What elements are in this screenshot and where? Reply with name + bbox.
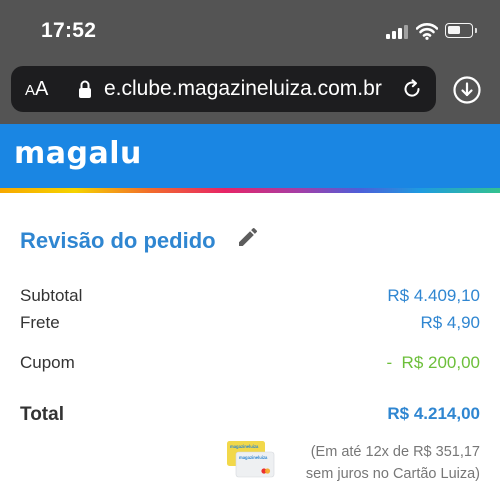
brand-header: magalu bbox=[0, 124, 500, 188]
subtotal-value: R$ 4.409,10 bbox=[387, 286, 480, 305]
battery-level bbox=[448, 26, 460, 34]
signal-icon bbox=[386, 25, 410, 39]
lock-icon bbox=[79, 80, 91, 98]
rainbow-divider bbox=[0, 188, 500, 193]
luiza-card-icon: magazineluiza magazineluiza bbox=[227, 441, 275, 478]
address-bar[interactable]: AA e.clube.magazineluiza.com.br bbox=[11, 66, 436, 112]
coupon-label: Cupom bbox=[20, 353, 75, 372]
downloads-icon[interactable] bbox=[452, 75, 482, 105]
installments-note: (Em até 12x de R$ 351,17 sem juros no Ca… bbox=[275, 441, 480, 485]
svg-text:magazineluiza: magazineluiza bbox=[230, 444, 259, 449]
total-label: Total bbox=[20, 404, 64, 425]
coupon-value: - R$ 200,00 bbox=[386, 353, 480, 372]
status-bar: 17:52 bbox=[0, 0, 500, 62]
magalu-logo[interactable]: magalu bbox=[14, 136, 142, 171]
pencil-edit-icon[interactable] bbox=[236, 225, 260, 249]
reload-icon[interactable] bbox=[400, 77, 424, 101]
wifi-icon bbox=[416, 23, 438, 40]
page-title: Revisão do pedido bbox=[20, 228, 216, 253]
installments-line-2: sem juros no Cartão Luiza) bbox=[305, 466, 480, 482]
installments-line-1: (Em até 12x de R$ 351,17 bbox=[310, 444, 480, 460]
url-text[interactable]: e.clube.magazineluiza.com.br bbox=[104, 77, 396, 101]
subtotal-label: Subtotal bbox=[20, 286, 83, 305]
battery-icon bbox=[445, 23, 473, 38]
svg-text:magazineluiza: magazineluiza bbox=[239, 455, 268, 460]
shipping-value: R$ 4,90 bbox=[420, 313, 480, 332]
battery-cap bbox=[475, 28, 477, 33]
status-time: 17:52 bbox=[41, 19, 97, 42]
total-value: R$ 4.214,00 bbox=[387, 404, 480, 423]
browser-toolbar: AA e.clube.magazineluiza.com.br bbox=[0, 62, 500, 124]
text-size-button[interactable]: AA bbox=[25, 78, 48, 101]
shipping-label: Frete bbox=[20, 313, 60, 332]
